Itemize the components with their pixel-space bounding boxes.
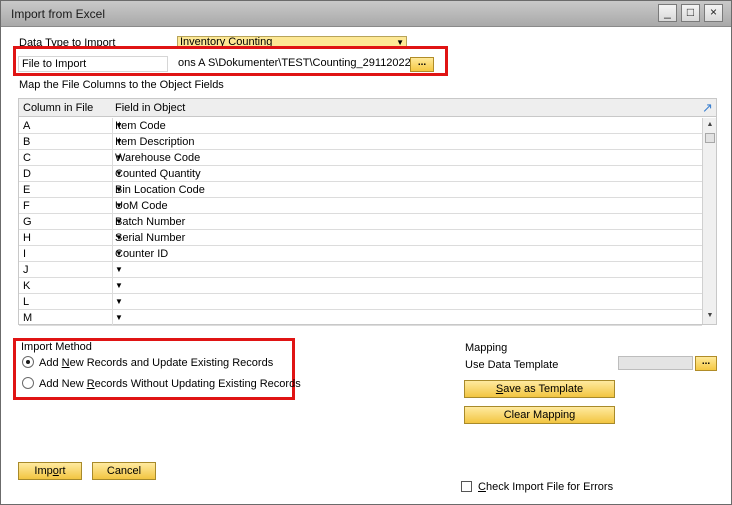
scroll-up-icon[interactable]: ▲ [704,119,716,131]
table-row[interactable]: E Bin Location Code ▼ [19,182,702,198]
file-path-value: ons A S\Dokumenter\TEST\Counting_2911202… [178,57,410,69]
mapping-title: Mapping [465,342,508,354]
field-dropdown-cell[interactable]: ▼ [112,278,702,293]
column-letter-cell: J [23,264,29,276]
template-path-field[interactable] [618,356,693,370]
chevron-down-icon[interactable]: ▼ [115,121,697,130]
mapping-grid: Column in File Field in Object ↗ A Item C… [18,98,717,326]
column-letter-cell: D [23,168,31,180]
chevron-down-icon[interactable]: ▼ [115,233,697,242]
table-row[interactable]: G Batch Number ▼ [19,214,702,230]
table-row[interactable]: F UoM Code ▼ [19,198,702,214]
column-letter-cell: E [23,184,31,196]
mapping-grid-title: Map the File Columns to the Object Field… [19,79,224,91]
field-dropdown-cell[interactable]: Counted Quantity ▼ [112,166,702,181]
template-browse-button[interactable]: ... [695,356,717,371]
column-letter-cell: B [23,136,31,148]
field-dropdown-cell[interactable]: Serial Number ▼ [112,230,702,245]
table-row[interactable]: D Counted Quantity ▼ [19,166,702,182]
chevron-down-icon[interactable]: ▼ [115,137,697,146]
check-errors-checkbox[interactable] [461,481,472,492]
chevron-down-icon[interactable]: ▼ [115,169,697,178]
table-row[interactable]: M ▼ [19,310,702,326]
chevron-down-icon[interactable]: ▼ [115,153,697,162]
radio-selected-dot [26,360,30,364]
column-letter-cell: C [23,152,31,164]
minimize-button[interactable]: _ [658,4,677,22]
clear-mapping-button[interactable]: Clear Mapping [464,406,615,424]
table-row[interactable]: J ▼ [19,262,702,278]
check-errors-label[interactable]: Check Import File for Errors [478,481,613,493]
field-dropdown-cell[interactable]: Warehouse Code ▼ [112,150,702,165]
save-as-template-button[interactable]: Save as Template [464,380,615,398]
radio-label-add-and-update[interactable]: Add New Records and Update Existing Reco… [39,357,273,369]
column-header-column-in-file[interactable]: Column in File [23,102,93,114]
cancel-button[interactable]: Cancel [92,462,156,480]
chevron-down-icon[interactable]: ▼ [115,297,697,306]
radio-label-add-without-updating[interactable]: Add New Records Without Updating Existin… [39,378,301,390]
chevron-down-icon[interactable]: ▼ [115,281,697,290]
column-header-field-in-object[interactable]: Field in Object [115,102,185,114]
import-from-excel-window: Import from Excel _ □ × Data Type to Imp… [0,0,732,505]
column-letter-cell: K [23,280,31,292]
column-letter-cell: I [23,248,27,260]
close-button[interactable]: × [704,4,723,22]
scroll-thumb[interactable] [705,133,715,143]
chevron-down-icon[interactable]: ▼ [115,201,697,210]
table-row[interactable]: K ▼ [19,278,702,294]
column-letter-cell: M [23,312,33,324]
file-label: File to Import [22,58,87,70]
column-letter-cell: F [23,200,30,212]
table-row[interactable]: I Counter ID ▼ [19,246,702,262]
table-row[interactable]: H Serial Number ▼ [19,230,702,246]
radio-add-without-updating[interactable] [22,377,34,389]
use-template-label: Use Data Template [465,359,559,371]
table-row[interactable]: A Item Code ▼ [19,118,702,134]
grid-vertical-scrollbar[interactable]: ▲ ▼ [702,118,716,324]
table-row[interactable]: C Warehouse Code ▼ [19,150,702,166]
file-label-cell: File to Import [18,56,168,72]
expand-icon[interactable]: ↗ [702,100,713,116]
field-dropdown-cell[interactable]: Bin Location Code ▼ [112,182,702,197]
chevron-down-icon[interactable]: ▼ [115,249,697,258]
import-method-title: Import Method [21,341,92,353]
radio-add-and-update[interactable] [22,356,34,368]
field-dropdown-cell[interactable]: ▼ [112,310,702,325]
column-letter-cell: L [23,296,30,308]
chevron-down-icon[interactable]: ▼ [115,217,697,226]
field-dropdown-cell[interactable]: UoM Code ▼ [112,198,702,213]
field-dropdown-cell[interactable]: ▼ [112,262,702,277]
field-dropdown-cell[interactable]: ▼ [112,294,702,309]
field-dropdown-cell[interactable]: Item Code ▼ [112,118,702,133]
file-browse-button[interactable]: ... [410,57,434,72]
chevron-down-icon[interactable]: ▼ [115,313,697,322]
field-dropdown-cell[interactable]: Batch Number ▼ [112,214,702,229]
title-bar[interactable]: Import from Excel _ □ × [1,1,731,27]
window-title: Import from Excel [11,7,106,21]
grid-header: Column in File Field in Object ↗ [19,99,716,117]
scroll-down-icon[interactable]: ▼ [704,310,716,322]
column-letter-cell: H [23,232,31,244]
field-dropdown-cell[interactable]: Counter ID ▼ [112,246,702,261]
file-path-field[interactable]: ons A S\Dokumenter\TEST\Counting_2911202… [177,56,410,72]
column-letter-cell: A [23,120,31,132]
chevron-down-icon[interactable]: ▼ [115,185,697,194]
chevron-down-icon[interactable]: ▼ [115,265,697,274]
import-button[interactable]: Import [18,462,82,480]
column-letter-cell: G [23,216,32,228]
table-row[interactable]: B Item Description ▼ [19,134,702,150]
table-row[interactable]: L ▼ [19,294,702,310]
field-dropdown-cell[interactable]: Item Description ▼ [112,134,702,149]
maximize-button[interactable]: □ [681,4,700,22]
